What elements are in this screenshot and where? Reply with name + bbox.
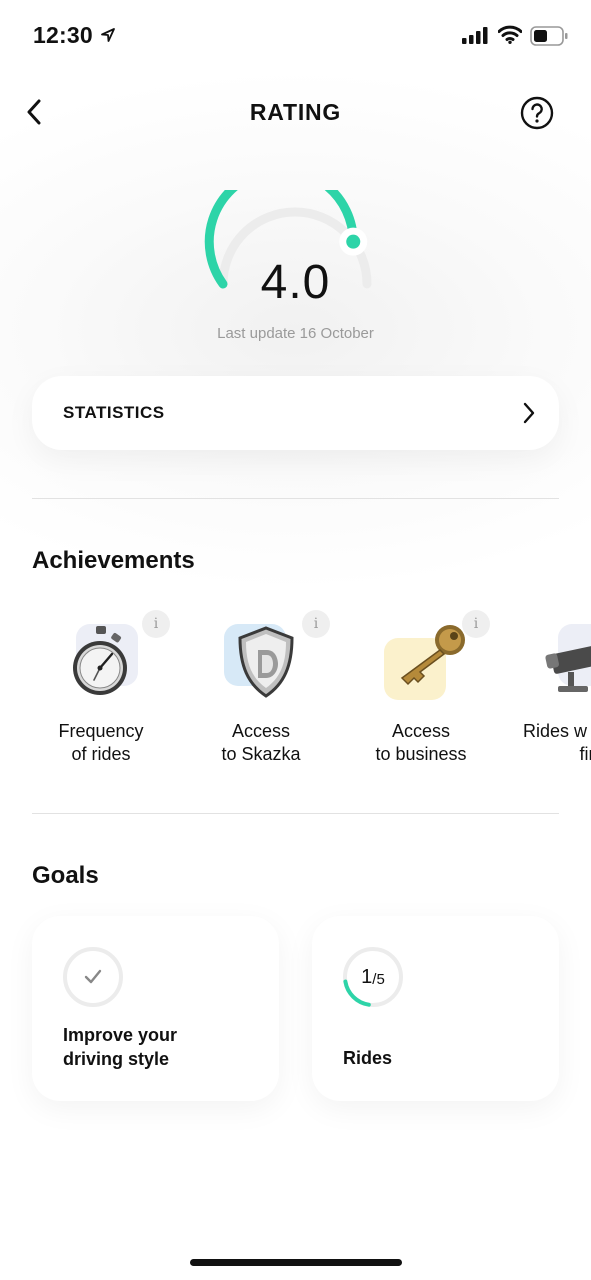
achievement-label: Rides w fine: [522, 721, 591, 764]
page-title: RATING: [249, 99, 342, 125]
stopwatch-icon: [73, 626, 127, 695]
battery-icon: [530, 26, 568, 46]
gauge-knob-dot: [346, 234, 361, 249]
status-time: 12:30: [33, 22, 93, 48]
key-icon: [400, 625, 465, 686]
last-update-text: Last update 16 October: [217, 325, 374, 342]
check-icon: [84, 969, 102, 984]
divider: [32, 498, 559, 499]
rating-value: 4.0: [260, 256, 331, 309]
achievements-title: Achievements: [32, 547, 195, 574]
goal-progress-text: 1/5: [342, 946, 404, 1008]
wifi-icon: [498, 25, 522, 44]
goal-card-rides[interactable]: 1/5 Rides: [312, 916, 559, 1101]
divider: [32, 813, 559, 814]
location-arrow-icon: [101, 28, 115, 42]
goal-label: Rides: [343, 1048, 393, 1068]
achievement-label: Frequency of rides: [58, 721, 144, 764]
cellular-signal-icon: [462, 27, 488, 44]
achievement-rides-without-fines[interactable]: Rides w fine: [496, 610, 591, 780]
goals-title: Goals: [32, 862, 99, 889]
info-button[interactable]: i: [142, 610, 170, 638]
statistics-card[interactable]: STATISTICS: [32, 376, 559, 450]
goal-ring: [63, 947, 123, 1007]
status-bar: 12:30: [0, 0, 591, 72]
goal-label: Improve your driving style: [63, 1025, 178, 1069]
achievement-access-to-business[interactable]: i Access to business: [336, 610, 506, 780]
help-icon[interactable]: [520, 96, 554, 130]
shield-icon: [238, 626, 294, 698]
statistics-label: STATISTICS: [63, 403, 165, 422]
achievement-access-to-skazka[interactable]: i Access to Skazka: [176, 610, 346, 780]
chevron-right-icon: [523, 402, 535, 424]
progress-current: 1: [361, 965, 373, 988]
achievement-frequency-of-rides[interactable]: i Frequency of rides: [16, 610, 186, 780]
camera-icon: [545, 644, 591, 692]
goal-card-driving-style[interactable]: Improve your driving style: [32, 916, 279, 1101]
achievement-label: Access to Skazka: [221, 721, 301, 764]
progress-total: /5: [372, 970, 385, 988]
home-indicator: [190, 1259, 402, 1266]
achievement-label: Access to business: [375, 721, 467, 764]
info-button[interactable]: i: [302, 610, 330, 638]
